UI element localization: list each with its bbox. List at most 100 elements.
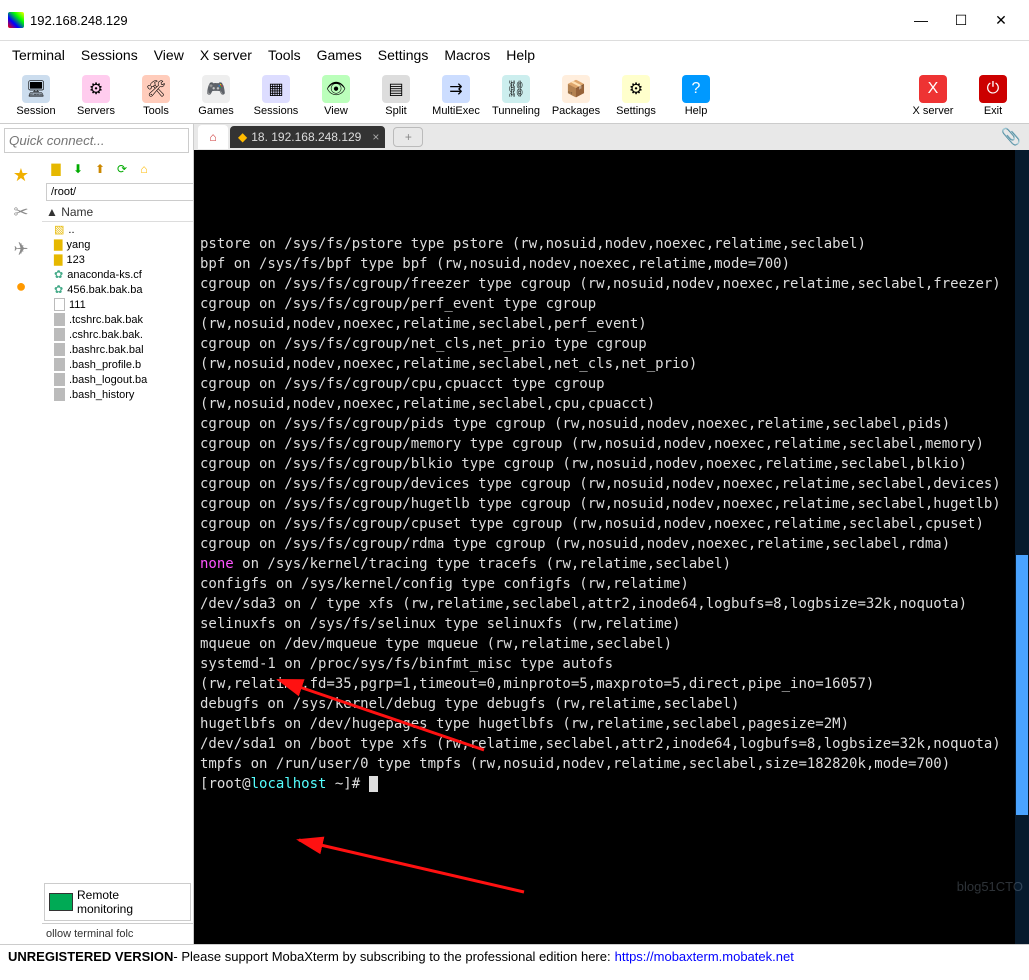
- menu-settings[interactable]: Settings: [378, 47, 429, 63]
- file-item[interactable]: .bash_profile.b: [50, 357, 193, 372]
- terminal-line: cgroup on /sys/fs/cgroup/net_cls,net_pri…: [200, 334, 1023, 374]
- games-icon: 🎮: [202, 75, 230, 103]
- minimize-button[interactable]: —: [901, 6, 941, 34]
- hidden-file-icon: [54, 373, 65, 386]
- terminal-line: pstore on /sys/fs/pstore type pstore (rw…: [200, 234, 1023, 254]
- sessions-icon: ▦: [262, 75, 290, 103]
- star-icon[interactable]: ★: [13, 165, 29, 186]
- hidden-file-icon: [54, 388, 65, 401]
- toolbar-help[interactable]: ?Help: [668, 73, 724, 119]
- menu-x-server[interactable]: X server: [200, 47, 252, 63]
- toolbar-settings[interactable]: ⚙Settings: [608, 73, 664, 119]
- file-list[interactable]: ▧..▇yang▇123✿anaconda-ks.cf✿456.bak.bak.…: [42, 222, 193, 881]
- toolbar-exit[interactable]: ⏻Exit: [965, 73, 1021, 119]
- window-title: 192.168.248.129: [30, 13, 901, 28]
- terminal-line: /dev/sda1 on /boot type xfs (rw,relatime…: [200, 734, 1023, 754]
- folder-icon[interactable]: ▇: [48, 161, 64, 177]
- app-icon: [8, 12, 24, 28]
- hidden-file-icon: [54, 343, 65, 356]
- menu-games[interactable]: Games: [317, 47, 362, 63]
- send-icon[interactable]: ✈: [13, 239, 28, 260]
- menu-macros[interactable]: Macros: [444, 47, 490, 63]
- folder-icon: ▇: [54, 253, 62, 266]
- tab-session[interactable]: ◆ 18. 192.168.248.129 ×: [230, 126, 385, 148]
- session-icon: ◆: [238, 130, 247, 144]
- upload-icon[interactable]: ⬆: [92, 161, 108, 177]
- footer-link[interactable]: https://mobaxterm.mobatek.net: [615, 949, 794, 964]
- sidebar-tabs[interactable]: ★ ✂ ✈ ●: [0, 157, 42, 944]
- download-icon[interactable]: ⬇: [70, 161, 86, 177]
- toolbar-packages[interactable]: 📦Packages: [548, 73, 604, 119]
- config-file-icon: ✿: [54, 283, 63, 296]
- file-item[interactable]: .cshrc.bak.bak.: [50, 327, 193, 342]
- footer-message: - Please support MobaXterm by subscribin…: [173, 949, 610, 964]
- monitor-icon: [49, 893, 73, 911]
- terminal-line: cgroup on /sys/fs/cgroup/memory type cgr…: [200, 434, 1023, 454]
- file-icon: [54, 298, 65, 311]
- file-item[interactable]: 111: [50, 297, 193, 312]
- scrollbar-thumb[interactable]: [1016, 555, 1028, 815]
- toolbar-servers[interactable]: ⚙Servers: [68, 73, 124, 119]
- terminal-line: [root@localhost ~]#: [200, 774, 1023, 794]
- servers-icon: ⚙: [82, 75, 110, 103]
- remote-monitoring-button[interactable]: Remotemonitoring: [44, 883, 191, 921]
- hidden-file-icon: [54, 313, 65, 326]
- home-icon[interactable]: ⌂: [136, 161, 152, 177]
- sidebar: ★ ✂ ✈ ● ▇ ⬇ ⬆ ⟳ ⌂ ✔ ▲ Name ▧..▇yang▇123: [0, 124, 194, 944]
- path-input[interactable]: [46, 183, 193, 201]
- tab-close-icon[interactable]: ×: [372, 130, 379, 144]
- terminal-line: hugetlbfs on /dev/hugepages type hugetlb…: [200, 714, 1023, 734]
- multiexec-icon: ⇉: [442, 75, 470, 103]
- config-file-icon: ✿: [54, 268, 63, 281]
- file-item[interactable]: ▇123: [50, 252, 193, 267]
- sftp-toolbar[interactable]: ▇ ⬇ ⬆ ⟳ ⌂: [42, 157, 193, 181]
- tab-add-button[interactable]: +: [393, 127, 423, 147]
- terminal-line: cgroup on /sys/fs/cgroup/freezer type cg…: [200, 274, 1023, 294]
- menubar[interactable]: Terminal Sessions View X server Tools Games Se…: [0, 41, 1029, 69]
- refresh-icon[interactable]: ⟳: [114, 161, 130, 177]
- terminal-line: cgroup on /sys/fs/cgroup/devices type cg…: [200, 474, 1023, 494]
- file-item[interactable]: .bash_history: [50, 387, 193, 402]
- settings-icon: ⚙: [622, 75, 650, 103]
- toolbar-x-server[interactable]: XX server: [905, 73, 961, 119]
- menu-terminal[interactable]: Terminal: [12, 47, 65, 63]
- file-item[interactable]: ✿anaconda-ks.cf: [50, 267, 193, 282]
- name-column-header[interactable]: ▲ Name: [42, 203, 193, 222]
- menu-tools[interactable]: Tools: [268, 47, 301, 63]
- x server-icon: X: [919, 75, 947, 103]
- toolbar-tools[interactable]: 🛠Tools: [128, 73, 184, 119]
- globe-icon[interactable]: ●: [16, 276, 27, 297]
- toolbar-multiexec[interactable]: ⇉MultiExec: [428, 73, 484, 119]
- terminal-line: cgroup on /sys/fs/cgroup/cpuset type cgr…: [200, 514, 1023, 534]
- paperclip-icon[interactable]: 📎: [1001, 127, 1021, 147]
- menu-view[interactable]: View: [154, 47, 184, 63]
- scissors-icon[interactable]: ✂: [13, 202, 28, 223]
- toolbar-sessions[interactable]: ▦Sessions: [248, 73, 304, 119]
- file-item[interactable]: .bashrc.bak.bal: [50, 342, 193, 357]
- toolbar-tunneling[interactable]: ⛓Tunneling: [488, 73, 544, 119]
- file-item[interactable]: ▇yang: [50, 237, 193, 252]
- file-item[interactable]: .bash_logout.ba: [50, 372, 193, 387]
- split-icon: ▤: [382, 75, 410, 103]
- menu-sessions[interactable]: Sessions: [81, 47, 138, 63]
- close-button[interactable]: ✕: [981, 6, 1021, 34]
- file-item[interactable]: .tcshrc.bak.bak: [50, 312, 193, 327]
- menu-help[interactable]: Help: [506, 47, 535, 63]
- unregistered-label: UNREGISTERED VERSION: [8, 949, 173, 964]
- file-item[interactable]: ▧..: [50, 222, 193, 237]
- hidden-file-icon: [54, 358, 65, 371]
- folder-up-icon: ▧: [54, 223, 64, 236]
- packages-icon: 📦: [562, 75, 590, 103]
- quick-connect-input[interactable]: [4, 128, 189, 153]
- scrollbar[interactable]: [1015, 150, 1029, 944]
- toolbar: 🖥Session⚙Servers🛠Tools🎮Games▦Sessions👁Vi…: [0, 69, 1029, 124]
- toolbar-view[interactable]: 👁View: [308, 73, 364, 119]
- toolbar-session[interactable]: 🖥Session: [8, 73, 64, 119]
- terminal-output[interactable]: pstore on /sys/fs/pstore type pstore (rw…: [194, 150, 1029, 944]
- tab-home[interactable]: ⌂: [198, 125, 228, 149]
- terminal-line: cgroup on /sys/fs/cgroup/blkio type cgro…: [200, 454, 1023, 474]
- toolbar-split[interactable]: ▤Split: [368, 73, 424, 119]
- toolbar-games[interactable]: 🎮Games: [188, 73, 244, 119]
- maximize-button[interactable]: ☐: [941, 6, 981, 34]
- file-item[interactable]: ✿456.bak.bak.ba: [50, 282, 193, 297]
